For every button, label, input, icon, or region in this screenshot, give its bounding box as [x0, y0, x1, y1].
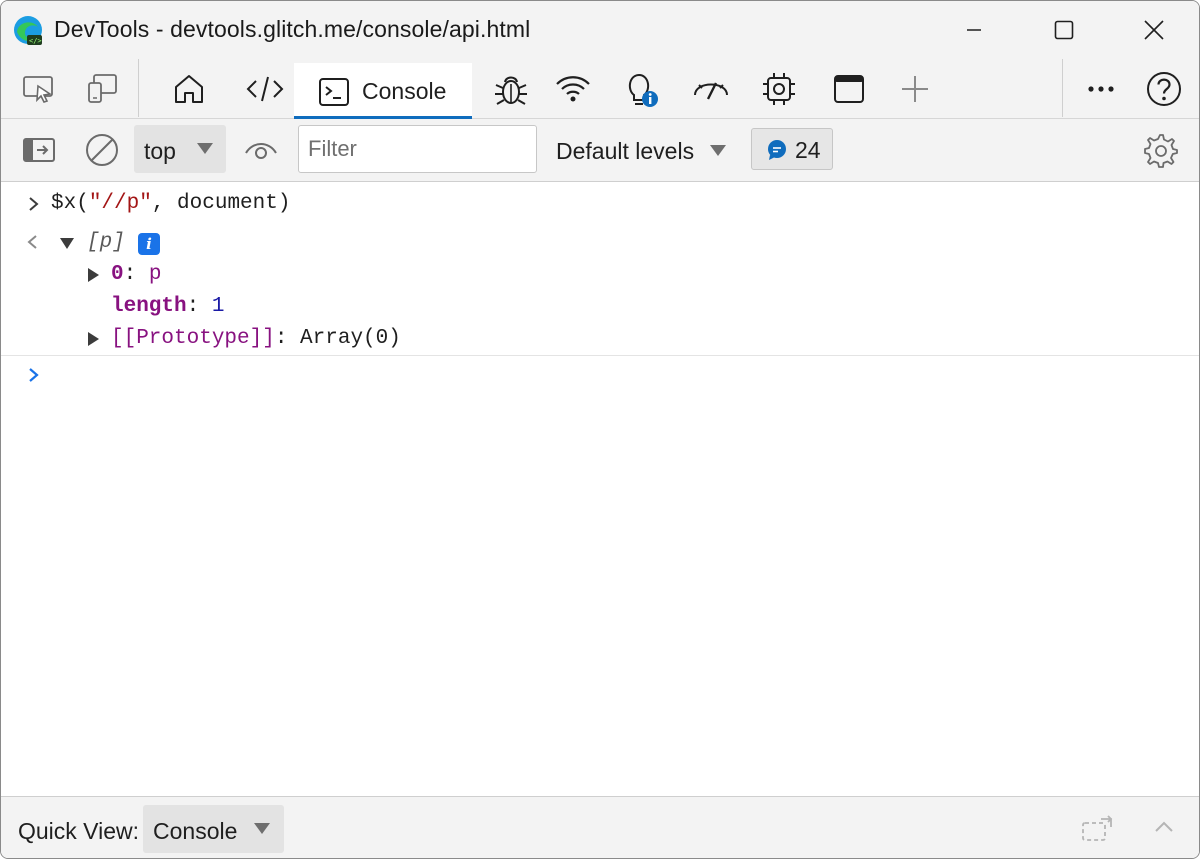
- sources-tab[interactable]: [489, 69, 533, 109]
- chevron-up-icon[interactable]: [1153, 819, 1175, 835]
- svg-text:</>: </>: [29, 37, 42, 45]
- key-separator: :: [274, 327, 301, 350]
- sidebar-toggle-icon: [23, 138, 55, 162]
- chevron-down-icon: [254, 823, 270, 834]
- wifi-icon: [556, 76, 590, 102]
- lightbulb-icon: [628, 73, 658, 107]
- console-toolbar: top Default levels 24: [1, 119, 1199, 182]
- command-suffix: , document): [151, 192, 291, 215]
- device-emulation-icon: [88, 74, 117, 103]
- title-bar: </> DevTools - devtools.glitch.me/consol…: [1, 1, 1199, 59]
- maximize-icon: [1054, 20, 1074, 40]
- live-expression-button[interactable]: [241, 130, 281, 170]
- help-icon: [1147, 72, 1181, 106]
- dock-panel-icon[interactable]: [1081, 815, 1115, 843]
- expand-triangle-icon[interactable]: [88, 332, 99, 346]
- inspect-element-button[interactable]: [17, 69, 61, 109]
- console-output: $x("//p", document) [p] i 0: p length: 1…: [1, 182, 1199, 796]
- log-levels-label: Default levels: [556, 138, 695, 164]
- quick-view-bar: Quick View: Console: [1, 796, 1199, 858]
- console-input-command[interactable]: $x("//p", document): [51, 192, 290, 215]
- chip-icon: [763, 73, 795, 105]
- quick-view-label: Quick View:: [18, 818, 140, 844]
- length-key: length: [111, 295, 187, 318]
- context-selector[interactable]: top: [134, 125, 226, 173]
- quick-view-selected: Console: [153, 818, 238, 844]
- issues-tab[interactable]: [619, 69, 663, 109]
- length-value: 1: [211, 295, 225, 318]
- bug-icon: [495, 76, 527, 105]
- prototype-value: Array(0): [300, 327, 401, 350]
- key-separator: :: [123, 263, 149, 286]
- devtools-window: </> DevTools - devtools.glitch.me/consol…: [0, 0, 1200, 859]
- info-icon[interactable]: i: [138, 233, 160, 255]
- tool-tab-bar: Console: [1, 59, 1199, 119]
- length-row: length: 1: [111, 295, 224, 318]
- network-tab[interactable]: [551, 69, 595, 109]
- chevron-down-icon: [710, 145, 726, 156]
- welcome-tab[interactable]: [167, 69, 211, 109]
- result-array-label[interactable]: [p]: [87, 231, 125, 254]
- minimize-icon: [967, 29, 981, 31]
- memory-tab[interactable]: [757, 69, 801, 109]
- home-icon: [175, 75, 203, 103]
- prototype-row[interactable]: [[Prototype]]: Array(0): [111, 327, 401, 350]
- entry-divider: [1, 355, 1199, 356]
- command-prefix: $x(: [51, 192, 89, 215]
- help-button[interactable]: [1142, 69, 1186, 109]
- input-chevron-icon: [29, 197, 39, 211]
- message-count: 24: [795, 137, 821, 163]
- tab-console-label: Console: [362, 78, 447, 104]
- log-levels-dropdown[interactable]: Default levels: [556, 138, 694, 165]
- clear-console-button[interactable]: [82, 130, 122, 170]
- device-emulation-button[interactable]: [80, 69, 124, 109]
- filter-input[interactable]: [298, 125, 537, 173]
- toolbar-divider: [138, 59, 139, 117]
- window-title: DevTools - devtools.glitch.me/console/ap…: [54, 16, 531, 42]
- close-button[interactable]: [1131, 9, 1177, 51]
- gear-icon: [1144, 134, 1178, 168]
- message-bubble-icon: [768, 140, 786, 160]
- show-sidebar-button[interactable]: [19, 130, 59, 170]
- eye-icon: [245, 143, 277, 159]
- console-settings-button[interactable]: [1140, 130, 1180, 170]
- clear-block-icon: [86, 134, 118, 166]
- key-separator: :: [186, 295, 212, 318]
- prototype-key: [[Prototype]]: [111, 327, 275, 350]
- plus-icon: [902, 76, 928, 102]
- context-selector-value: top: [144, 138, 176, 164]
- command-string-arg: "//p": [88, 192, 152, 215]
- gauge-icon: [694, 82, 728, 100]
- array-index-row[interactable]: 0: p: [111, 263, 161, 286]
- console-prompt-input[interactable]: [49, 360, 1189, 390]
- array-index-key: 0: [111, 263, 124, 286]
- inspect-icon: [23, 76, 53, 103]
- application-tab[interactable]: [827, 69, 871, 109]
- edge-devtools-app-icon: </>: [14, 16, 42, 45]
- more-tools-button[interactable]: [1079, 69, 1123, 109]
- tab-console[interactable]: Console: [294, 63, 472, 119]
- add-tool-button[interactable]: [893, 69, 937, 109]
- code-brackets-icon: [246, 76, 284, 102]
- more-dots-icon: [1088, 86, 1114, 92]
- application-window-icon: [834, 75, 864, 103]
- prompt-chevron-icon: [29, 368, 39, 382]
- minimize-button[interactable]: [951, 9, 997, 51]
- toolbar-divider: [1062, 59, 1063, 117]
- issues-count-button[interactable]: 24: [751, 128, 833, 170]
- maximize-button[interactable]: [1041, 9, 1087, 51]
- result-chevron-icon: [27, 235, 37, 249]
- array-index-value: p: [148, 263, 162, 286]
- chevron-down-icon: [197, 143, 213, 154]
- quick-view-selector[interactable]: Console: [143, 805, 284, 853]
- elements-tab[interactable]: [243, 69, 287, 109]
- performance-tab[interactable]: [689, 69, 733, 109]
- console-icon: [319, 78, 349, 106]
- expand-triangle-icon[interactable]: [88, 268, 99, 282]
- expand-triangle-icon[interactable]: [60, 238, 74, 249]
- close-icon: [1144, 20, 1164, 40]
- info-icon-glyph: i: [146, 235, 152, 253]
